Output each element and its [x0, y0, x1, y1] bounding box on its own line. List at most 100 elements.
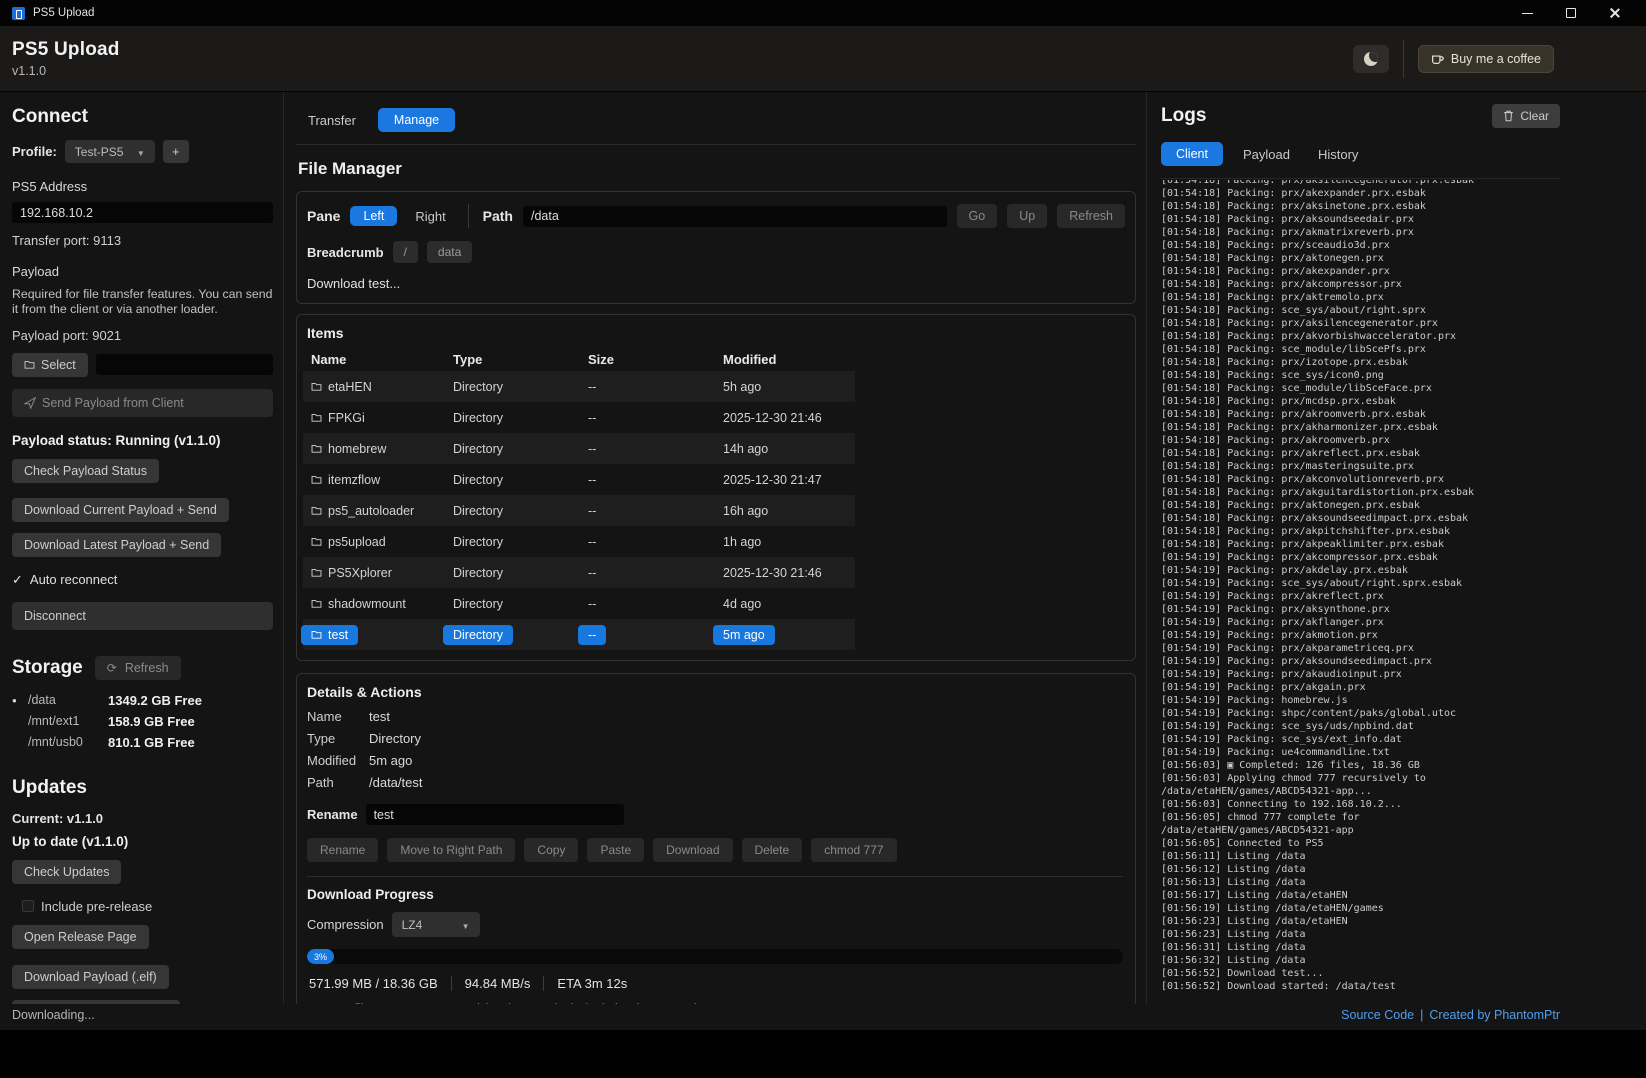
log-line: [01:56:32] Listing /data: [1161, 954, 1560, 967]
items-panel: Items Name Type Size Modified etaHEN Dir…: [296, 314, 1136, 661]
download-progress-heading: Download Progress: [307, 887, 1123, 902]
folder-icon: [311, 505, 322, 516]
maximize-icon: [1566, 8, 1576, 18]
check-payload-status-button[interactable]: Check Payload Status: [12, 459, 159, 483]
compression-select[interactable]: LZ4: [392, 912, 480, 937]
tab-history[interactable]: History: [1310, 143, 1366, 166]
paste-button[interactable]: Paste: [587, 838, 644, 862]
tab-transfer[interactable]: Transfer: [300, 109, 364, 132]
go-button[interactable]: Go: [957, 204, 998, 228]
profile-select[interactable]: Test-PS5: [65, 140, 155, 163]
path-input[interactable]: [523, 206, 947, 227]
ps5-address-input[interactable]: [12, 202, 273, 223]
column-modified: Modified: [723, 352, 863, 367]
payload-file-input[interactable]: [96, 354, 273, 375]
coffee-icon: [1431, 52, 1444, 65]
refresh-button[interactable]: Refresh: [1057, 204, 1125, 228]
log-line: [01:54:19] Packing: homebrew.js: [1161, 694, 1560, 707]
table-row[interactable]: PS5Xplorer Directory -- 2025-12-30 21:46: [303, 557, 855, 588]
folder-icon: [24, 359, 35, 370]
log-line: [01:54:18] Packing: prx/aksoundseedair.p…: [1161, 213, 1560, 226]
table-row[interactable]: ps5_autoloader Directory -- 16h ago: [303, 495, 855, 526]
include-prerelease-checkbox[interactable]: Include pre-release: [22, 899, 273, 914]
maximize-button[interactable]: [1564, 6, 1578, 20]
log-line: [01:54:19] Packing: sce_sys/about/right.…: [1161, 577, 1560, 590]
move-to-right-path-button[interactable]: Move to Right Path: [387, 838, 515, 862]
send-payload-button[interactable]: Send Payload from Client: [12, 389, 273, 417]
app-logo-icon: [12, 7, 25, 20]
progress-fill: 3%: [307, 949, 334, 964]
path-label: Path: [483, 208, 513, 224]
auto-reconnect-checkbox[interactable]: Auto reconnect: [12, 572, 273, 588]
table-row[interactable]: etaHEN Directory -- 5h ago: [303, 371, 855, 402]
log-line: [01:56:31] Listing /data: [1161, 941, 1560, 954]
check-updates-button[interactable]: Check Updates: [12, 860, 121, 884]
disconnect-button[interactable]: Disconnect: [12, 602, 273, 630]
add-profile-button[interactable]: +: [163, 140, 189, 163]
log-line: [01:54:18] Packing: prx/akconvolutionrev…: [1161, 473, 1560, 486]
column-name: Name: [311, 352, 453, 367]
storage-refresh-button[interactable]: Refresh: [95, 656, 181, 680]
theme-toggle-button[interactable]: [1353, 45, 1389, 73]
log-line: [01:54:18] Packing: prx/akcompressor.prx: [1161, 278, 1560, 291]
pane-left-button[interactable]: Left: [350, 206, 397, 226]
breadcrumb-dir[interactable]: data: [427, 241, 472, 263]
folder-icon: [311, 443, 322, 454]
delete-button[interactable]: Delete: [742, 838, 803, 862]
download-payload-elf-button[interactable]: Download Payload (.elf): [12, 965, 169, 989]
rename-button[interactable]: Rename: [307, 838, 378, 862]
titlebar: PS5 Upload: [0, 0, 1646, 26]
column-size: Size: [588, 352, 723, 367]
folder-icon: [311, 474, 322, 485]
tab-client[interactable]: Client: [1161, 142, 1223, 166]
rename-input[interactable]: [366, 804, 624, 825]
table-row[interactable]: shadowmount Directory -- 4d ago: [303, 588, 855, 619]
detail-type-value: Directory: [369, 731, 1123, 746]
logs-tabs: Client Payload History: [1161, 142, 1560, 179]
table-row[interactable]: homebrew Directory -- 14h ago: [303, 433, 855, 464]
close-button[interactable]: [1608, 6, 1622, 20]
divider: [307, 876, 1123, 877]
log-line: [01:54:19] Packing: prx/akaudioinput.prx: [1161, 668, 1560, 681]
buy-coffee-button[interactable]: Buy me a coffee: [1418, 45, 1554, 73]
log-line: [01:56:05] chmod 777 complete for: [1161, 811, 1560, 824]
breadcrumb-root[interactable]: /: [393, 241, 418, 263]
open-release-page-button[interactable]: Open Release Page: [12, 925, 149, 949]
log-line: [01:54:18] Packing: prx/akmatrixreverb.p…: [1161, 226, 1560, 239]
drive-row[interactable]: /mnt/usb0 810.1 GB Free: [12, 732, 273, 753]
window-title: PS5 Upload: [33, 7, 94, 19]
header: PS5 Upload v1.1.0 Buy me a coffee: [0, 26, 1646, 92]
sidebar: Connect Profile: Test-PS5 + PS5 Address …: [0, 92, 284, 1004]
chmod-777-button[interactable]: chmod 777: [811, 838, 896, 862]
detail-path-label: Path: [307, 775, 369, 790]
table-row[interactable]: FPKGi Directory -- 2025-12-30 21:46: [303, 402, 855, 433]
up-button[interactable]: Up: [1007, 204, 1047, 228]
download-latest-payload-button[interactable]: Download Latest Payload + Send: [12, 533, 221, 557]
table-row[interactable]: itemzflow Directory -- 2025-12-30 21:47: [303, 464, 855, 495]
log-line: /data/etaHEN/games/ABCD54321-app: [1161, 824, 1560, 837]
drive-row[interactable]: /data 1349.2 GB Free: [12, 690, 273, 711]
log-line: [01:56:03] ▣ Completed: 126 files, 18.36…: [1161, 759, 1560, 772]
clear-logs-button[interactable]: Clear: [1492, 104, 1560, 128]
tab-manage[interactable]: Manage: [378, 108, 455, 132]
minimize-button[interactable]: [1520, 6, 1534, 20]
page-title: PS5 Upload: [12, 39, 120, 61]
log-line: [01:56:17] Listing /data/etaHEN: [1161, 889, 1560, 902]
drive-row[interactable]: /mnt/ext1 158.9 GB Free: [12, 711, 273, 732]
table-row[interactable]: ps5upload Directory -- 1h ago: [303, 526, 855, 557]
log-line: [01:54:19] Packing: prx/aksynthone.prx: [1161, 603, 1560, 616]
log-line: [01:54:18] Packing: prx/aktonegen.prx.es…: [1161, 499, 1560, 512]
copy-button[interactable]: Copy: [524, 838, 578, 862]
payload-label: Payload: [12, 264, 273, 279]
pane-right-button[interactable]: Right: [407, 205, 453, 228]
select-payload-button[interactable]: Select: [12, 353, 88, 377]
breadcrumb-label: Breadcrumb: [307, 245, 384, 260]
table-row[interactable]: test Directory -- 5m ago: [303, 619, 855, 650]
download-button[interactable]: Download: [653, 838, 732, 862]
tab-payload[interactable]: Payload: [1235, 143, 1298, 166]
download-current-payload-button[interactable]: Download Current Payload + Send: [12, 498, 229, 522]
transferred-amount: 571.99 MB / 18.36 GB: [307, 976, 451, 991]
updates-heading: Updates: [12, 777, 273, 799]
source-code-link[interactable]: Source Code: [1341, 1008, 1414, 1022]
details-heading: Details & Actions: [307, 684, 1123, 700]
